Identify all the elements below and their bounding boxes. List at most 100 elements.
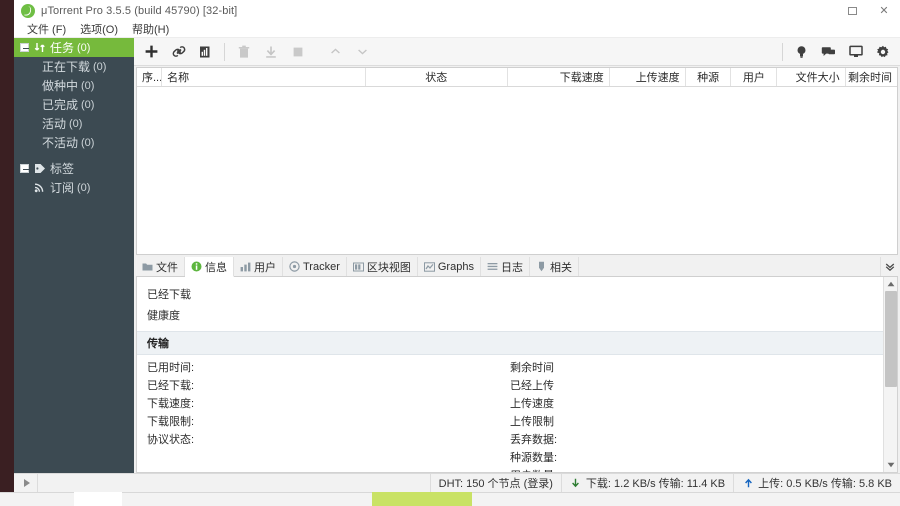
tab-info[interactable]: 信息 — [185, 257, 234, 277]
transfer-fields: 已用时间: 剩余时间 已经下载: 已经上传 下载速度: 上传速度 下载限制: 上… — [137, 355, 883, 472]
field-value-remaining — [605, 359, 873, 375]
sidebar-item-label: 正在下载 — [42, 60, 91, 74]
field-value-download-limit — [242, 413, 510, 429]
field-value-wasted — [605, 431, 873, 447]
chart-icon — [423, 261, 435, 272]
add-torrent-button[interactable] — [138, 39, 165, 65]
tab-peers[interactable]: 用户 — [234, 257, 283, 276]
caret-up-icon — [887, 281, 894, 287]
maximize-button[interactable] — [836, 0, 868, 21]
scroll-down-button[interactable] — [883, 458, 897, 472]
status-spacer — [38, 473, 431, 492]
info-circle-icon — [191, 261, 202, 272]
column-header-upload-speed[interactable]: 上传速度 — [610, 68, 686, 86]
status-indicator[interactable] — [14, 473, 38, 492]
column-header-size[interactable]: 文件大小 — [777, 68, 846, 86]
tab-graphs[interactable]: Graphs — [418, 257, 481, 276]
sidebar-item-downloading[interactable]: 正在下载 (0) — [14, 57, 134, 76]
stop-square-icon — [293, 47, 302, 56]
add-torrent-from-url-button[interactable] — [165, 39, 192, 65]
column-header-status[interactable]: 状态 — [366, 68, 508, 86]
create-torrent-button[interactable] — [192, 39, 219, 65]
field-value-upload-limit — [605, 413, 873, 429]
collapse-detail-pane-button[interactable] — [880, 257, 898, 276]
toolbar-divider — [224, 42, 225, 61]
caret-down-icon — [887, 462, 894, 468]
menu-bar: 文件 (F) 选项(O) 帮助(H) — [14, 21, 900, 38]
status-dht: DHT: 150 个节点 (登录) — [431, 473, 562, 492]
tab-log[interactable]: 日志 — [481, 257, 530, 276]
sidebar-item-inactive[interactable]: 不活动 (0) — [14, 133, 134, 152]
column-header-order[interactable]: 序... — [137, 68, 163, 86]
field-label-remaining: 剩余时间 — [510, 362, 554, 374]
torrent-list-rows[interactable] — [137, 87, 897, 254]
rss-icon — [33, 182, 46, 193]
column-header-download-speed[interactable]: 下载速度 — [508, 68, 610, 86]
expander-icon[interactable] — [20, 164, 29, 173]
peers-icon — [240, 261, 251, 272]
tips-button[interactable] — [788, 39, 815, 65]
tab-label: 用户 — [254, 261, 276, 274]
tab-files[interactable]: 文件 — [136, 257, 185, 276]
field-label-blank-1 — [147, 449, 242, 465]
status-arrow-icon — [22, 477, 32, 489]
remove-torrent-button[interactable] — [230, 39, 257, 65]
remote-button[interactable] — [842, 39, 869, 65]
scroll-up-button[interactable] — [883, 277, 897, 291]
column-header-eta[interactable]: 剩余时间 — [846, 68, 897, 86]
scrollbar-track[interactable] — [884, 291, 898, 458]
log-lines-icon — [487, 261, 498, 272]
sidebar: 任务 (0) 正在下载 (0) 做种中 (0) 已完成 (0) 活动 (0) 不… — [14, 38, 134, 473]
sidebar-item-count: (0) — [69, 117, 83, 130]
stop-torrent-button[interactable] — [284, 39, 311, 65]
field-value-seeds — [605, 449, 873, 465]
expander-icon[interactable] — [20, 43, 29, 52]
status-bar: DHT: 150 个节点 (登录) 下载: 1.2 KB/s 传输: 11.4 … — [14, 473, 900, 492]
sidebar-item-count: (0) — [77, 181, 91, 194]
info-panel-scrollbar[interactable] — [883, 277, 897, 472]
tab-trackers[interactable]: Tracker — [283, 257, 347, 276]
field-value-elapsed — [242, 359, 510, 375]
sidebar-item-tasks[interactable]: 任务 (0) — [14, 38, 134, 57]
tab-pieces[interactable]: 区块视图 — [347, 257, 418, 276]
info-panel-content: 已经下载 健康度 传输 已用时间: 剩余时间 已经下载: 已经上传 下载速度: … — [137, 277, 883, 472]
close-button[interactable]: ✕ — [868, 0, 900, 21]
menu-help[interactable]: 帮助(H) — [125, 20, 176, 38]
menu-options[interactable]: 选项(O) — [73, 20, 125, 38]
toolbar — [134, 38, 900, 66]
sidebar-item-labels[interactable]: 标签 — [14, 159, 134, 178]
sidebar-item-active[interactable]: 活动 (0) — [14, 114, 134, 133]
sidebar-item-feeds[interactable]: 订阅 (0) — [14, 178, 134, 197]
move-down-button[interactable] — [349, 39, 376, 65]
status-download-text: 下载: 1.2 KB/s 传输: 11.4 KB — [585, 478, 726, 490]
related-icon — [536, 261, 547, 272]
desktop-wallpaper — [0, 0, 14, 506]
sidebar-item-count: (0) — [81, 98, 95, 111]
tab-label: 文件 — [156, 261, 178, 274]
taskbar-active-item[interactable] — [372, 492, 472, 506]
menu-file[interactable]: 文件 (F) — [20, 20, 73, 38]
torrent-list-header: 序... 名称 状态 下载速度 上传速度 种源 用户 文件大小 剩余时间 — [137, 68, 897, 87]
field-label-download-speed: 下载速度: — [147, 398, 195, 410]
preferences-button[interactable] — [869, 39, 896, 65]
down-arrow-icon — [570, 477, 582, 489]
tab-label: 区块视图 — [366, 261, 411, 274]
sidebar-item-seeding[interactable]: 做种中 (0) — [14, 76, 134, 95]
utorrent-logo-icon — [21, 3, 35, 18]
column-header-peers[interactable]: 用户 — [731, 68, 778, 86]
column-header-seeds[interactable]: 种源 — [686, 68, 732, 86]
utorrent-window: μTorrent Pro 3.5.5 (build 45790) [32-bit… — [14, 0, 900, 492]
chevron-down-icon — [358, 49, 367, 55]
sidebar-item-completed[interactable]: 已完成 (0) — [14, 95, 134, 114]
taskbar-tile[interactable] — [74, 492, 122, 506]
up-arrow-icon — [742, 477, 754, 489]
tag-icon — [33, 163, 46, 174]
start-torrent-button[interactable] — [257, 39, 284, 65]
feedback-button[interactable] — [815, 39, 842, 65]
scrollbar-thumb[interactable] — [884, 291, 897, 387]
tab-related[interactable]: 相关 — [530, 257, 579, 276]
field-value-protocol-status — [242, 431, 510, 447]
move-up-button[interactable] — [322, 39, 349, 65]
sidebar-item-label: 订阅 — [50, 181, 75, 195]
column-header-name[interactable]: 名称 — [162, 68, 366, 86]
